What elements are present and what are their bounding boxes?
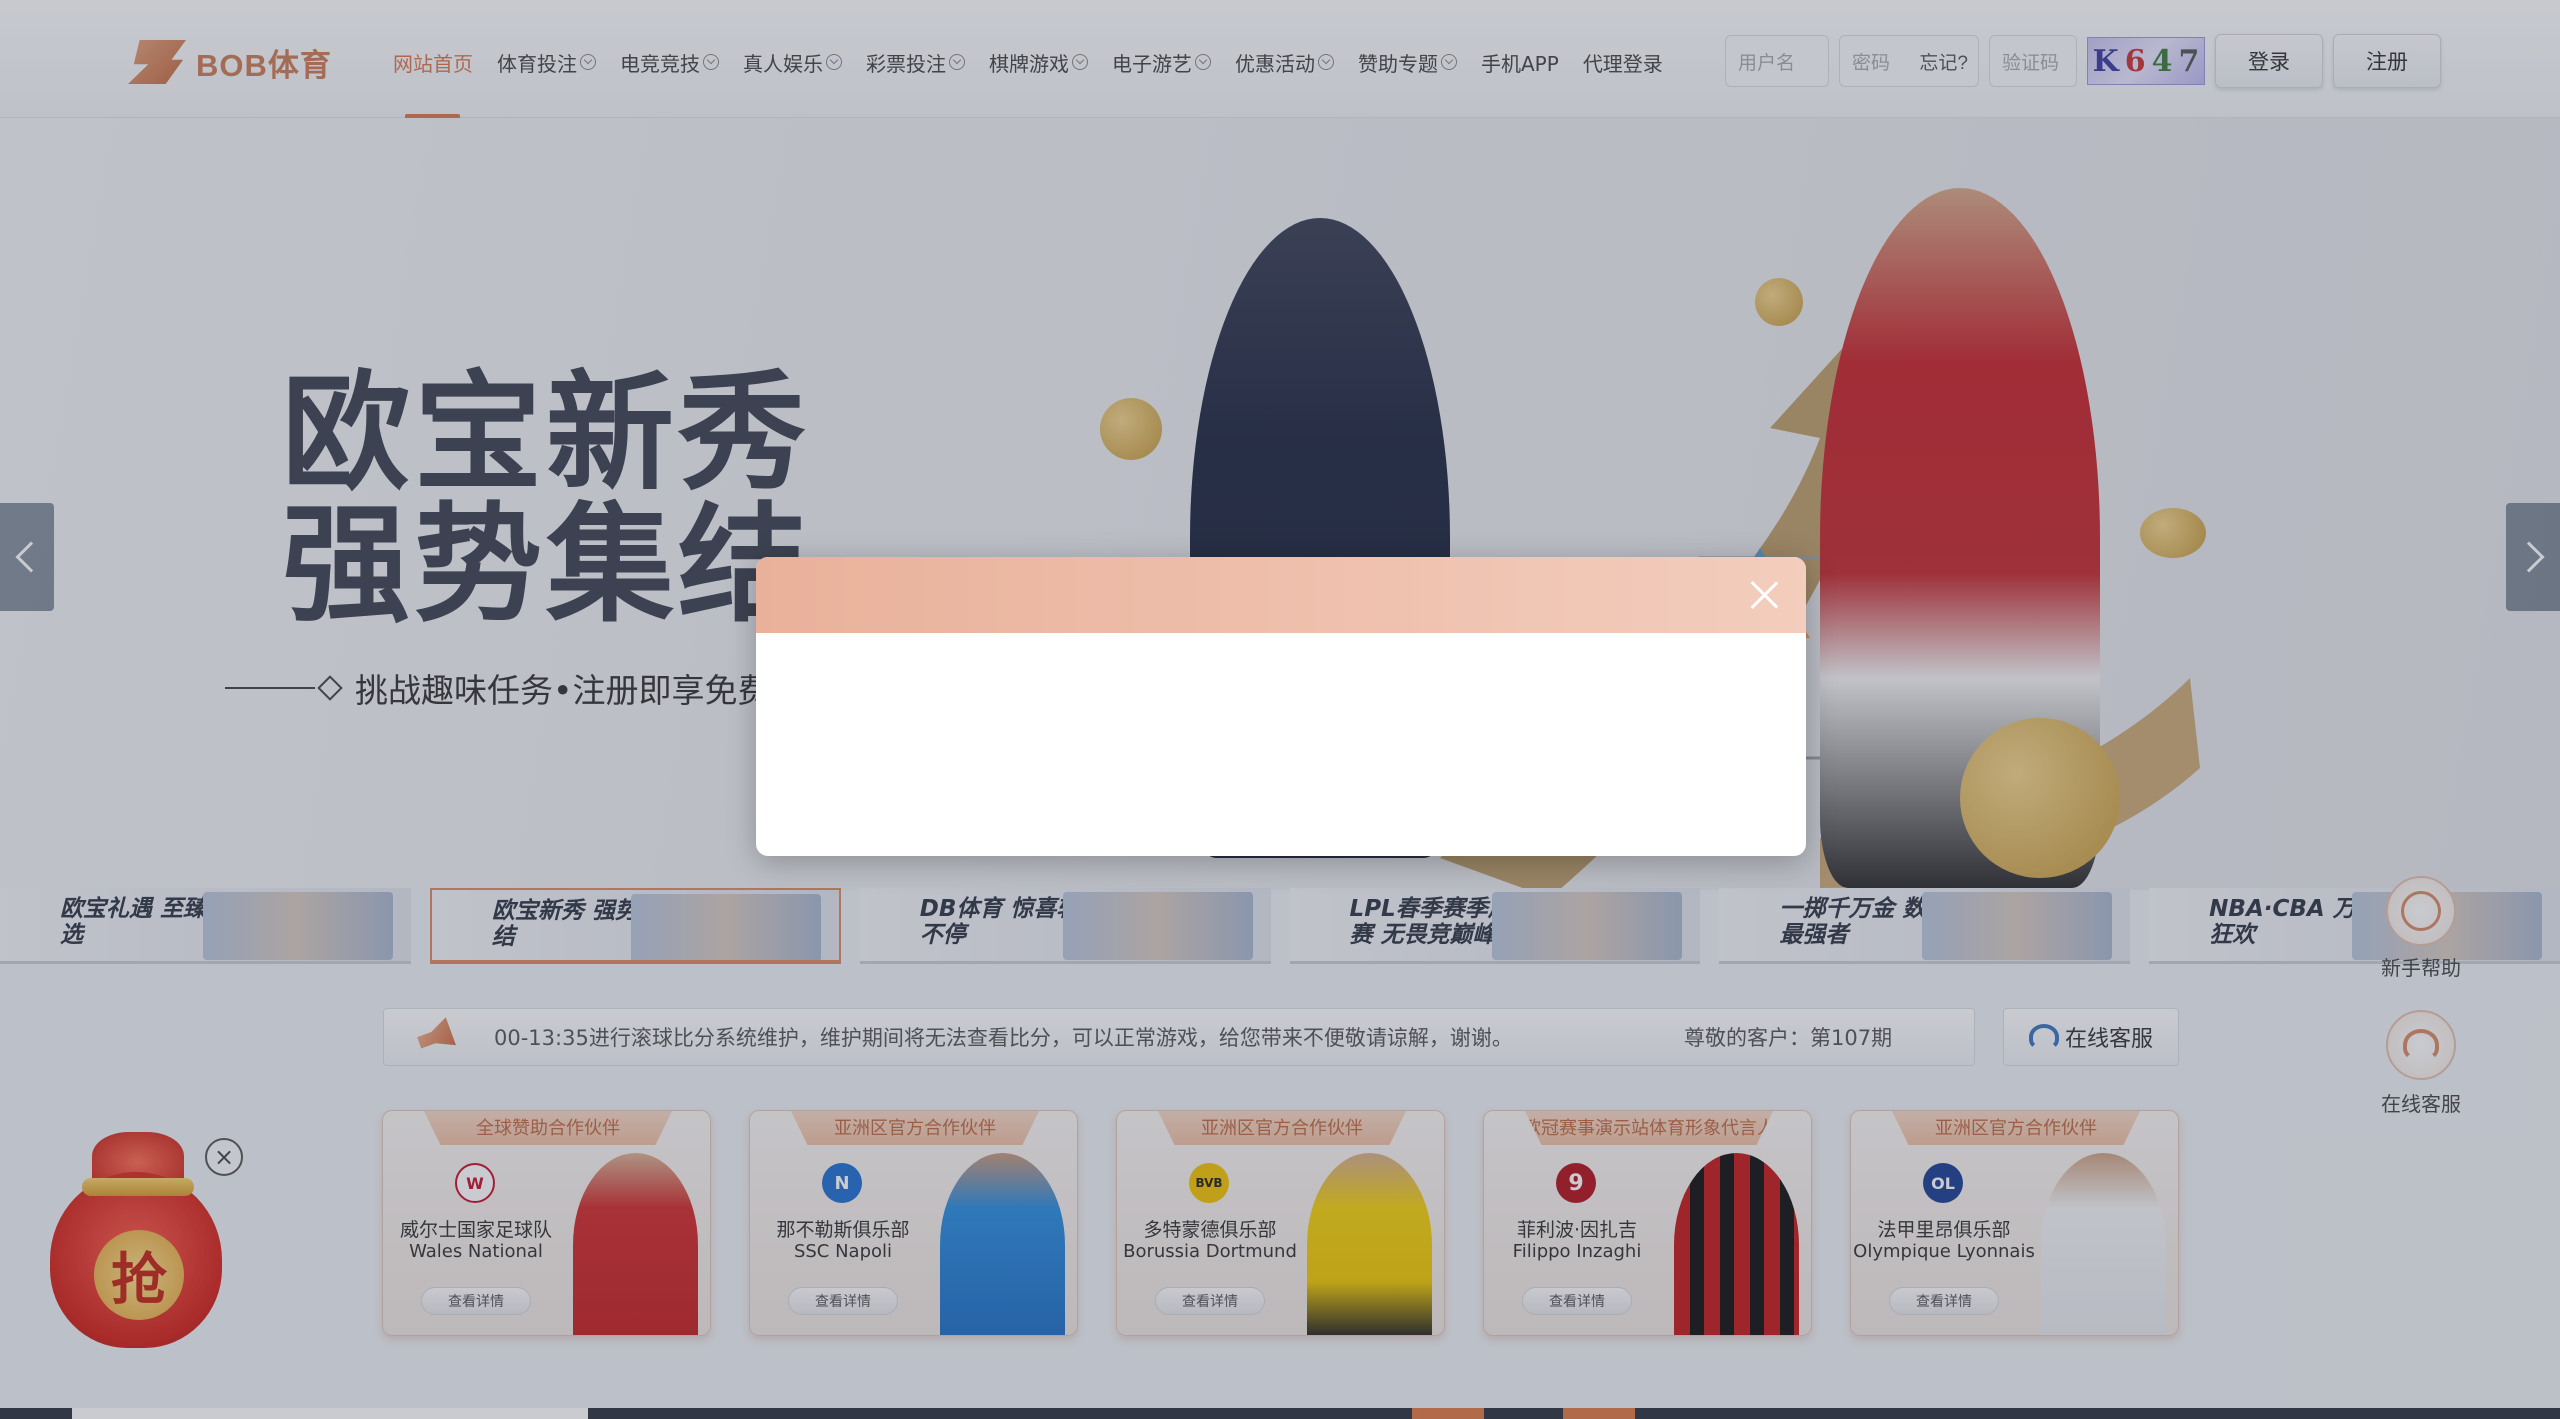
- close-icon[interactable]: [1746, 577, 1782, 613]
- page: BOB体育 网站首页 体育投注 电竞竞技 真人娱乐 彩票投注 棋牌游戏 电子游艺…: [0, 0, 2560, 1419]
- popup-header: [756, 557, 1806, 633]
- popup-dialog: [756, 557, 1806, 856]
